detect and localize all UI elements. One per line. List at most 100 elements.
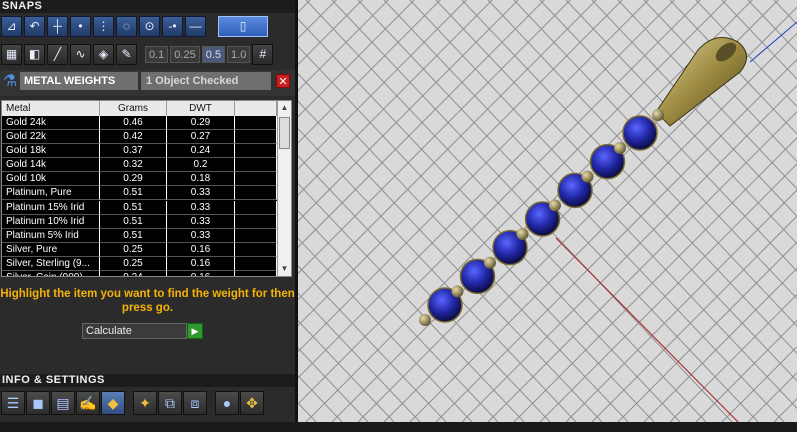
line-tool-icon[interactable]: ╱ bbox=[47, 43, 68, 65]
extra-cell bbox=[235, 116, 277, 130]
column-header-grams[interactable]: Grams bbox=[100, 101, 167, 116]
grid-line bbox=[298, 210, 499, 422]
eye-diamond-icon[interactable]: ◈ bbox=[93, 43, 114, 65]
extra-cell bbox=[235, 200, 277, 215]
end-snap-icon[interactable]: -• bbox=[162, 15, 183, 37]
grid-line bbox=[298, 0, 337, 40]
extra-cell bbox=[235, 271, 277, 276]
pen-tool-icon[interactable]: ✎ bbox=[116, 43, 137, 65]
table-row[interactable]: Platinum 5% Irid 0.51 0.33 bbox=[2, 228, 277, 243]
table-row[interactable]: Gold 24k 0.46 0.29 bbox=[2, 116, 277, 130]
snap-toggle-button[interactable]: ▯ bbox=[218, 15, 268, 37]
column-header-dwt[interactable]: DWT bbox=[167, 101, 235, 116]
metal-weights-table: Metal Grams DWT Gold 24k 0.46 0.29 Gold 22k… bbox=[1, 100, 292, 277]
document-icon[interactable]: ▤ bbox=[51, 391, 75, 415]
increment-0-5[interactable]: 0.5 bbox=[201, 45, 226, 63]
gold-bead bbox=[549, 199, 561, 212]
table-row[interactable]: Platinum, Pure 0.51 0.33 bbox=[2, 186, 277, 201]
cube-icon[interactable]: ◼ bbox=[26, 391, 50, 415]
objects-checked-status: 1 Object Checked bbox=[141, 72, 271, 90]
side-panel: SNAPS ⊿ ↶ ┼ • ⋮ ◌ ⊙ -• — ▯ ▦ ◧ ╱ ∿ ◈ ✎ 0… bbox=[0, 0, 297, 432]
column-header-metal[interactable]: Metal bbox=[2, 101, 100, 116]
table-row[interactable]: Gold 22k 0.42 0.27 bbox=[2, 130, 277, 145]
grams-cell: 0.25 bbox=[100, 256, 167, 271]
extra-cell bbox=[235, 228, 277, 243]
grid-line bbox=[298, 0, 701, 405]
pendant-model[interactable] bbox=[419, 37, 747, 327]
metal-cell: Platinum 10% Irid bbox=[2, 214, 100, 229]
metal-cell: Silver, Sterling (9... bbox=[2, 256, 100, 271]
curve-tool-icon[interactable]: ∿ bbox=[70, 43, 91, 65]
flask-icon: ⚗ bbox=[2, 73, 18, 90]
gold-bead bbox=[652, 109, 664, 121]
dwt-cell: 0.16 bbox=[167, 256, 235, 271]
table-row[interactable]: Gold 18k 0.37 0.24 bbox=[2, 144, 277, 159]
calculate-row: Calculate ▶ bbox=[82, 323, 203, 339]
gem-cube-icon[interactable]: ◆ bbox=[101, 391, 125, 415]
grid-toggle-icon[interactable]: ▦ bbox=[1, 43, 22, 65]
grams-cell: 0.51 bbox=[100, 186, 167, 201]
sapphire-stone bbox=[622, 115, 658, 151]
table-row[interactable]: Platinum 15% Irid 0.51 0.33 bbox=[2, 200, 277, 215]
extra-cell bbox=[235, 130, 277, 145]
grid-line bbox=[298, 402, 317, 422]
snapshot-icon[interactable]: ⧈ bbox=[183, 391, 207, 415]
line-snap-icon[interactable]: — bbox=[185, 15, 206, 37]
table-row[interactable]: Silver, Pure 0.25 0.16 bbox=[2, 242, 277, 257]
dwt-cell: 0.33 bbox=[167, 214, 235, 229]
go-button[interactable]: ▶ bbox=[187, 323, 203, 339]
table-row[interactable]: Silver, Coin (900)0.240.16 bbox=[2, 271, 277, 276]
info-toolbar: ☰ ◼ ▤ ✍ ◆ ✦ ⧉ ⧈ ● ✥ bbox=[0, 389, 264, 417]
grid-line bbox=[298, 0, 493, 196]
metal-weights-title: METAL WEIGHTS bbox=[20, 72, 138, 90]
dwt-cell: 0.27 bbox=[167, 130, 235, 145]
layers-icon[interactable]: ☰ bbox=[1, 391, 25, 415]
snaps-toolbar-row-2: ▦ ◧ ╱ ∿ ◈ ✎ 0.1 0.25 0.5 1.0 # bbox=[0, 41, 274, 67]
table-row[interactable]: Gold 10k 0.29 0.18 bbox=[2, 172, 277, 187]
material-icon[interactable]: ✦ bbox=[133, 391, 157, 415]
gold-bead bbox=[451, 285, 464, 298]
dwt-cell: 0.24 bbox=[167, 144, 235, 159]
table-body: Gold 24k 0.46 0.29 Gold 22k 0.42 0.27 Gold 18k… bbox=[2, 116, 277, 276]
dwt-cell: 0.33 bbox=[167, 200, 235, 215]
table-row[interactable]: Gold 14k 0.32 0.2 bbox=[2, 158, 277, 173]
3d-viewport[interactable] bbox=[298, 0, 797, 422]
sphere-icon[interactable]: ● bbox=[215, 391, 239, 415]
instruction-text: Highlight the item you want to find the … bbox=[0, 288, 295, 314]
curve-snap-icon[interactable]: ↶ bbox=[24, 15, 45, 37]
scroll-thumb[interactable] bbox=[279, 117, 290, 149]
grid-line bbox=[298, 0, 324, 422]
calculate-select[interactable]: Calculate bbox=[82, 323, 187, 339]
viewport-canvas[interactable] bbox=[298, 0, 797, 422]
center-snap-icon[interactable]: ⊙ bbox=[139, 15, 160, 37]
increment-0-25[interactable]: 0.25 bbox=[170, 45, 200, 63]
point-snap-icon[interactable]: • bbox=[70, 15, 91, 37]
solid-box-icon[interactable]: ◧ bbox=[24, 43, 45, 65]
dwt-cell: 0.16 bbox=[167, 271, 235, 276]
grams-cell: 0.32 bbox=[100, 158, 167, 173]
notes-icon[interactable]: ✍ bbox=[76, 391, 100, 415]
table-row[interactable]: Platinum 10% Irid 0.51 0.33 bbox=[2, 214, 277, 229]
metal-cell: Platinum 15% Irid bbox=[2, 200, 100, 215]
increment-0-1[interactable]: 0.1 bbox=[145, 45, 169, 63]
dwt-cell: 0.33 bbox=[167, 186, 235, 201]
close-icon[interactable]: ✕ bbox=[276, 74, 290, 88]
info-settings-header: INFO & SETTINGS bbox=[0, 374, 297, 387]
scroll-up-icon[interactable]: ▲ bbox=[278, 101, 291, 114]
grid-line bbox=[298, 265, 447, 422]
grid-snap-icon[interactable]: ┼ bbox=[47, 15, 68, 37]
table-scrollbar[interactable]: ▲ ▼ bbox=[277, 101, 291, 276]
increment-1-0[interactable]: 1.0 bbox=[227, 45, 251, 63]
grid-settings-icon[interactable]: # bbox=[252, 43, 274, 65]
grid-line bbox=[298, 374, 343, 422]
metal-cell: Gold 24k bbox=[2, 116, 100, 130]
table-header: Metal Grams DWT bbox=[2, 101, 277, 116]
polyline-snap-icon[interactable]: ⊿ bbox=[1, 15, 22, 37]
move-icon[interactable]: ✥ bbox=[240, 391, 264, 415]
circle-snap-icon[interactable]: ◌ bbox=[116, 15, 137, 37]
render-icon[interactable]: ⧉ bbox=[158, 391, 182, 415]
scroll-down-icon[interactable]: ▼ bbox=[278, 262, 291, 275]
midpoint-snap-icon[interactable]: ⋮ bbox=[93, 15, 114, 37]
table-row[interactable]: Silver, Sterling (9... 0.25 0.16 bbox=[2, 256, 277, 271]
dwt-cell: 0.18 bbox=[167, 172, 235, 187]
